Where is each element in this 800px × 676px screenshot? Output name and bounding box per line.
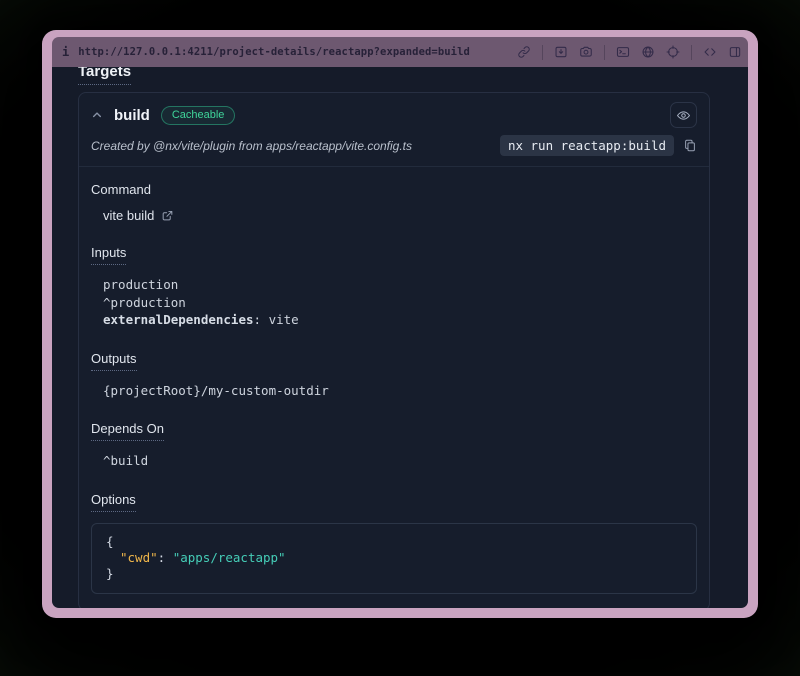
toolbar-divider [691,45,692,60]
created-by-row: Created by @nx/vite/plugin from apps/rea… [79,133,709,167]
input-item: externalDependencies: vite [103,311,697,329]
cacheable-badge: Cacheable [161,106,236,125]
toolbar-divider [604,45,605,60]
code-icon[interactable] [703,45,717,59]
target-panel-build: build Cacheable Created by @nx/vite/plug… [78,92,710,608]
download-icon[interactable] [554,45,568,59]
json-line-close: } [106,566,682,582]
run-command-chip: nx run reactapp:build [500,135,674,156]
outputs-label[interactable]: Outputs [91,351,137,371]
depends-on-list: ^build [91,452,697,470]
copy-icon [683,138,697,153]
desktop-background: i http://127.0.0.1:4211/project-details/… [0,0,800,676]
output-item: {projectRoot}/my-custom-outdir [103,382,697,400]
info-icon: i [62,45,69,59]
target-name-build: build [114,107,150,124]
outputs-list: {projectRoot}/my-custom-outdir [91,382,697,400]
json-colon: : [158,550,173,565]
build-panel-body: Command vite build Inputs production [79,167,709,608]
globe-icon[interactable] [641,45,655,59]
url-text[interactable]: http://127.0.0.1:4211/project-details/re… [78,46,470,58]
page-title: Targets [78,67,131,80]
page-viewport: Targets build Cacheable Created by @nx/v… [52,67,748,608]
command-value-row: vite build [91,208,697,223]
external-link-icon [161,209,174,222]
toolbar-icons [517,45,742,60]
input-named-key: externalDependencies [103,312,254,327]
crosshair-icon[interactable] [666,45,680,59]
copy-command-button[interactable] [683,138,697,153]
command-label: Command [91,182,151,197]
toolbar-divider [542,45,543,60]
json-key: "cwd" [120,550,158,565]
input-item: production [103,276,697,294]
depends-on-item: ^build [103,452,697,470]
browser-address-bar: i http://127.0.0.1:4211/project-details/… [52,37,748,67]
chevron-up-icon [91,109,103,121]
eye-icon [676,108,691,123]
options-code-block: { "cwd": "apps/reactapp" } [91,523,697,594]
json-value: "apps/reactapp" [173,550,286,565]
depends-on-label[interactable]: Depends On [91,421,164,441]
build-panel-header[interactable]: build Cacheable [79,93,709,133]
open-config-button[interactable] [161,209,174,222]
command-value: vite build [103,208,154,223]
view-target-graph-button[interactable] [670,102,697,128]
camera-icon[interactable] [579,45,593,59]
command-section: Command vite build [91,182,697,223]
inputs-section: Inputs production ^production externalDe… [91,245,697,329]
options-section: Options { "cwd": "apps/reactapp" } [91,492,697,594]
json-line-cwd: "cwd": "apps/reactapp" [106,550,682,566]
input-item: ^production [103,294,697,312]
depends-on-section: Depends On ^build [91,421,697,470]
inputs-list: production ^production externalDependenc… [91,276,697,329]
terminal-icon[interactable] [616,45,630,59]
link-icon[interactable] [517,45,531,59]
json-line-open: { [106,534,682,550]
outputs-section: Outputs {projectRoot}/my-custom-outdir [91,351,697,400]
input-named-value: : vite [254,312,299,327]
targets-heading[interactable]: Targets [78,67,131,85]
browser-window: i http://127.0.0.1:4211/project-details/… [42,30,758,618]
split-panel-icon[interactable] [728,45,742,59]
created-by-text: Created by @nx/vite/plugin from apps/rea… [91,139,412,153]
options-label[interactable]: Options [91,492,136,512]
inputs-label[interactable]: Inputs [91,245,126,265]
